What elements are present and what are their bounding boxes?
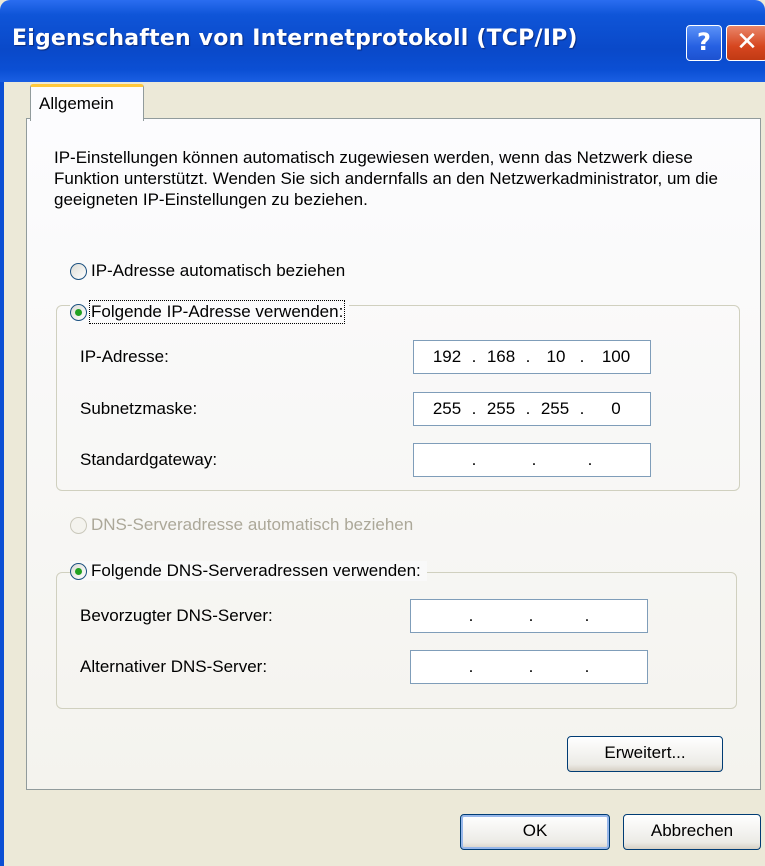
- tab-label: Allgemein: [39, 94, 114, 113]
- ip-dot: .: [471, 347, 477, 366]
- ip-dot: .: [525, 399, 531, 418]
- dns-auto-radio[interactable]: DNS-Serveradresse automatisch beziehen: [70, 515, 413, 535]
- ip-dot: .: [531, 450, 537, 469]
- dns-auto-label: DNS-Serveradresse automatisch beziehen: [91, 515, 414, 534]
- title-bar[interactable]: Eigenschaften von Internetprotokoll (TCP…: [0, 0, 765, 82]
- window-title: Eigenschaften von Internetprotokoll (TCP…: [12, 26, 578, 51]
- preferred-dns-label: Bevorzugter DNS-Server:: [80, 606, 273, 625]
- alternate-dns-input[interactable]: . . .: [410, 650, 648, 684]
- ip-dot: .: [579, 347, 585, 366]
- close-button[interactable]: ✕: [726, 25, 765, 61]
- ip-octet: 100: [601, 347, 631, 366]
- cancel-button[interactable]: Abbrechen: [623, 814, 761, 850]
- ip-dot: .: [528, 606, 534, 625]
- ip-octet: 255: [432, 399, 462, 418]
- advanced-button[interactable]: Erweitert...: [567, 736, 723, 772]
- intro-text: IP-Einstellungen können automatisch zuge…: [54, 148, 718, 209]
- radio-circle-disabled: [70, 516, 87, 534]
- ip-auto-radio[interactable]: IP-Adresse automatisch beziehen: [70, 261, 345, 281]
- window-frame-left: [0, 82, 4, 866]
- dns-group-box: [56, 572, 737, 709]
- radio-circle: [70, 262, 87, 280]
- tab-allgemein[interactable]: Allgemein: [30, 84, 144, 121]
- dns-manual-radio[interactable]: Folgende DNS-Serveradressen verwenden:: [70, 561, 427, 581]
- help-button[interactable]: ?: [686, 25, 722, 61]
- ip-dot: .: [471, 399, 477, 418]
- radio-circle-selected: [70, 562, 87, 580]
- ip-auto-label: IP-Adresse automatisch beziehen: [91, 261, 346, 280]
- subnet-mask-input[interactable]: 255 . 255 . 255 . 0: [413, 392, 651, 426]
- ip-dot: .: [584, 657, 590, 676]
- tab-panel: IP-Einstellungen können automatisch zuge…: [26, 118, 761, 790]
- ip-octet: 10: [546, 347, 566, 366]
- dns-manual-label: Folgende DNS-Serveradressen verwenden:: [91, 561, 421, 580]
- ip-address-label: IP-Adresse:: [80, 347, 169, 366]
- ip-dot: .: [579, 399, 585, 418]
- ip-octet: 0: [611, 399, 621, 418]
- ip-dot: .: [528, 657, 534, 676]
- ip-address-input[interactable]: 192 . 168 . 10 . 100: [413, 340, 651, 374]
- ip-manual-radio[interactable]: Folgende IP-Adresse verwenden:: [70, 300, 350, 324]
- alternate-dns-label: Alternativer DNS-Server:: [80, 657, 268, 676]
- ip-octet: 192: [432, 347, 462, 366]
- ip-dot: .: [525, 347, 531, 366]
- ip-octet: 168: [486, 347, 516, 366]
- subnet-mask-label: Subnetzmaske:: [80, 399, 198, 418]
- preferred-dns-input[interactable]: . . .: [410, 599, 648, 633]
- ip-octet: 255: [486, 399, 516, 418]
- ip-octet: 255: [540, 399, 570, 418]
- ip-dot: .: [468, 606, 474, 625]
- default-gateway-label: Standardgateway:: [80, 450, 218, 469]
- ip-dot: .: [584, 606, 590, 625]
- ip-dot: .: [587, 450, 593, 469]
- ip-dot: .: [471, 450, 477, 469]
- ok-button[interactable]: OK: [460, 814, 610, 850]
- radio-circle-selected: [70, 303, 87, 321]
- default-gateway-input[interactable]: . . .: [413, 443, 651, 477]
- ip-dot: .: [468, 657, 474, 676]
- ip-manual-label: Folgende IP-Adresse verwenden:: [88, 300, 346, 324]
